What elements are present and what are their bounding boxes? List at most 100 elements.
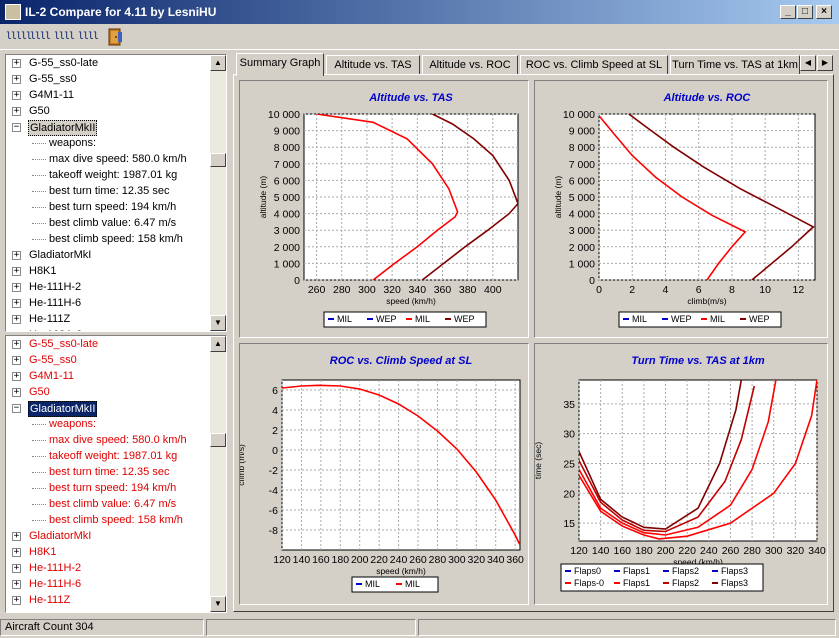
tree-node[interactable]: − GladiatorMkII xyxy=(6,119,212,136)
tab-altitude-vs-roc[interactable]: Altitude vs. ROC xyxy=(422,55,518,75)
x-tick-label: 4 xyxy=(663,284,669,296)
scroll-up-button[interactable]: ▲ xyxy=(210,336,226,352)
tab-altitude-vs-tas[interactable]: Altitude vs. TAS xyxy=(326,55,420,75)
tree-label: G-55_ss0-late xyxy=(29,57,99,69)
legend-label: MIL xyxy=(415,314,430,324)
tab-scroll-right-button[interactable]: ▶ xyxy=(817,55,833,71)
maximize-button[interactable]: □ xyxy=(797,5,813,19)
expander-icon[interactable]: + xyxy=(12,267,21,276)
view-mode-1-button[interactable]: lllll xyxy=(6,28,32,46)
view-mode-2-button[interactable]: llll xyxy=(30,28,51,46)
expander-icon[interactable]: + xyxy=(12,388,21,397)
x-tick-label: 8 xyxy=(729,284,735,296)
scroll-down-button[interactable]: ▼ xyxy=(210,315,226,331)
expander-icon[interactable]: + xyxy=(12,283,21,292)
tree-node[interactable]: + G50 xyxy=(6,103,212,119)
tree-detail-row[interactable]: takeoff weight: 1987.01 kg xyxy=(6,448,212,464)
tab-summary-graph[interactable]: Summary Graph xyxy=(236,53,324,76)
tree-node[interactable]: + He-111Z xyxy=(6,592,212,608)
tree-node[interactable]: + He-162A-2 xyxy=(6,327,212,332)
tree-node[interactable]: + G4M1-11 xyxy=(6,87,212,103)
tree-detail-row[interactable]: best turn speed: 194 km/h xyxy=(6,199,212,215)
expander-icon[interactable]: + xyxy=(12,251,21,260)
tree-node[interactable]: + He-111H-6 xyxy=(6,576,212,592)
scroll-down-button[interactable]: ▼ xyxy=(210,596,226,612)
tree-node[interactable]: + He-111Z xyxy=(6,311,212,327)
x-tick-label: 300 xyxy=(358,284,376,296)
tree-detail-row[interactable]: best turn time: 12.35 sec xyxy=(6,464,212,480)
close-button[interactable]: × xyxy=(816,5,832,19)
x-tick-label: 280 xyxy=(429,554,447,566)
tree-label: G50 xyxy=(29,105,50,117)
chart-title: ROC vs. Climb Speed at SL xyxy=(330,355,473,367)
tree-node[interactable]: + G50 xyxy=(6,384,212,400)
tree-node[interactable]: + G-55_ss0-late xyxy=(6,336,212,352)
tree-node[interactable]: + H8K1 xyxy=(6,263,212,279)
tree-node[interactable]: + He-111H-6 xyxy=(6,295,212,311)
tab-turn-time-vs-tas[interactable]: Turn Time vs. TAS at 1km xyxy=(670,55,800,75)
expander-icon[interactable]: + xyxy=(12,91,21,100)
tree-node[interactable]: + G-55_ss0 xyxy=(6,352,212,368)
tree-node[interactable]: + G-55_ss0 xyxy=(6,71,212,87)
tree-detail-row[interactable]: weapons: xyxy=(6,135,212,151)
expander-icon[interactable]: + xyxy=(12,580,21,589)
legend-label: MIL xyxy=(365,579,380,589)
expander-icon[interactable]: + xyxy=(12,107,21,116)
tree-label: best turn speed: 194 km/h xyxy=(49,201,177,213)
expander-icon[interactable]: + xyxy=(12,596,21,605)
y-tick-label: 30 xyxy=(563,429,575,441)
aircraft-tree-secondary[interactable]: + G-55_ss0-late + G-55_ss0 + G4M1-11 + G50− Glad… xyxy=(5,335,227,613)
tree-node[interactable]: + G-55_ss0-late xyxy=(6,55,212,71)
minimize-button[interactable]: _ xyxy=(780,5,796,19)
tree-detail-row[interactable]: best climb speed: 158 km/h xyxy=(6,512,212,528)
tree-detail-row[interactable]: best climb speed: 158 km/h xyxy=(6,231,212,247)
expander-icon[interactable]: + xyxy=(12,75,21,84)
x-tick-label: 120 xyxy=(570,545,588,557)
tree-detail-row[interactable]: takeoff weight: 1987.01 kg xyxy=(6,167,212,183)
tree-scrollbar[interactable]: ▲ ▼ xyxy=(210,336,226,612)
tree-node[interactable]: + GladiatorMkI xyxy=(6,247,212,263)
tree-detail-row[interactable]: max dive speed: 580.0 km/h xyxy=(6,432,212,448)
tree-detail-row[interactable]: best turn speed: 194 km/h xyxy=(6,480,212,496)
expander-icon[interactable]: + xyxy=(12,340,21,349)
view-mode-4-button[interactable]: llll xyxy=(78,28,99,46)
expander-icon[interactable]: + xyxy=(12,564,21,573)
title-bar: IL-2 Compare for 4.11 by LesniHU _ □ × xyxy=(0,0,839,24)
view-mode-3-button[interactable]: llll xyxy=(54,28,75,46)
expander-icon[interactable]: + xyxy=(12,532,21,541)
expander-icon[interactable]: + xyxy=(12,315,21,324)
expander-icon[interactable]: − xyxy=(12,123,21,132)
tree-detail-row[interactable]: best climb value: 6.47 m/s xyxy=(6,215,212,231)
aircraft-tree-primary[interactable]: + G-55_ss0-late + G-55_ss0 + G4M1-11 + G50− Glad… xyxy=(5,54,227,332)
tab-roc-vs-climb-speed[interactable]: ROC vs. Climb Speed at SL xyxy=(520,55,668,75)
tree-label: He-111H-2 xyxy=(29,562,82,574)
exit-door-icon[interactable] xyxy=(106,28,124,46)
tree-node[interactable]: + G4M1-11 xyxy=(6,368,212,384)
x-axis-label: speed (km/h) xyxy=(386,296,436,306)
expander-icon[interactable]: + xyxy=(12,372,21,381)
scroll-up-button[interactable]: ▲ xyxy=(210,55,226,71)
expander-icon[interactable]: − xyxy=(12,404,21,413)
tree-node[interactable]: − GladiatorMkII xyxy=(6,400,212,417)
tree-node[interactable]: + He-111H-2 xyxy=(6,279,212,295)
tree-label: best turn time: 12.35 sec xyxy=(49,466,170,478)
scroll-thumb[interactable] xyxy=(210,433,226,447)
tree-node[interactable]: + GladiatorMkI xyxy=(6,528,212,544)
y-tick-label: 25 xyxy=(563,458,575,470)
tree-detail-row[interactable]: best climb value: 6.47 m/s xyxy=(6,496,212,512)
scroll-thumb[interactable] xyxy=(210,153,226,167)
expander-icon[interactable]: + xyxy=(12,59,21,68)
x-tick-label: 180 xyxy=(635,545,653,557)
tree-scrollbar[interactable]: ▲ ▼ xyxy=(210,55,226,331)
tab-scroll-left-button[interactable]: ◀ xyxy=(800,55,816,71)
tree-node[interactable]: + H8K1 xyxy=(6,544,212,560)
tree-detail-row[interactable]: best turn time: 12.35 sec xyxy=(6,183,212,199)
expander-icon[interactable]: + xyxy=(14,331,19,332)
expander-icon[interactable]: + xyxy=(12,548,21,557)
tree-detail-row[interactable]: max dive speed: 580.0 km/h xyxy=(6,151,212,167)
chart-title: Turn Time vs. TAS at 1km xyxy=(631,355,764,367)
expander-icon[interactable]: + xyxy=(12,299,21,308)
tree-detail-row[interactable]: weapons: xyxy=(6,416,212,432)
tree-node[interactable]: + He-111H-2 xyxy=(6,560,212,576)
expander-icon[interactable]: + xyxy=(12,356,21,365)
